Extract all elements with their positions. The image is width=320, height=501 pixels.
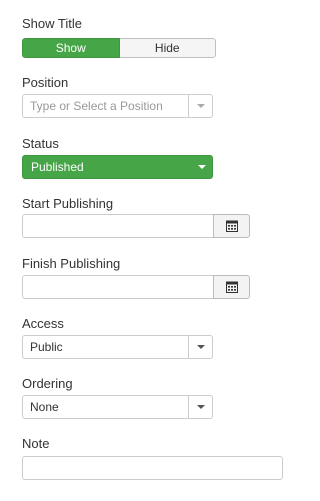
ordering-value: None bbox=[30, 400, 59, 414]
ordering-label: Ordering bbox=[22, 376, 73, 391]
show-option-button[interactable]: Show bbox=[22, 38, 120, 58]
status-select[interactable]: Published bbox=[22, 155, 213, 179]
access-dropdown-toggle[interactable] bbox=[188, 336, 212, 358]
ordering-select[interactable]: None bbox=[22, 395, 213, 419]
start-publishing-calendar-button[interactable] bbox=[213, 214, 250, 238]
hide-option-button[interactable]: Hide bbox=[119, 38, 216, 58]
chevron-down-icon bbox=[196, 405, 205, 409]
calendar-icon bbox=[225, 281, 238, 293]
chevron-down-icon bbox=[198, 165, 206, 169]
finish-publishing-calendar-button[interactable] bbox=[213, 275, 250, 299]
position-label: Position bbox=[22, 75, 69, 90]
start-publishing-label: Start Publishing bbox=[22, 196, 114, 211]
position-select[interactable]: Type or Select a Position bbox=[22, 94, 213, 118]
access-select[interactable]: Public bbox=[22, 335, 213, 359]
finish-publishing-input[interactable] bbox=[22, 275, 213, 299]
start-publishing-group bbox=[22, 214, 250, 238]
status-dropdown-toggle[interactable] bbox=[192, 165, 212, 169]
position-placeholder: Type or Select a Position bbox=[30, 99, 163, 113]
ordering-dropdown-toggle[interactable] bbox=[188, 396, 212, 418]
note-label: Note bbox=[22, 436, 50, 451]
show-title-toggle: Show Hide bbox=[22, 38, 216, 58]
note-input[interactable] bbox=[22, 456, 283, 480]
status-value: Published bbox=[31, 160, 84, 174]
show-title-label: Show Title bbox=[22, 16, 82, 31]
position-dropdown-toggle[interactable] bbox=[188, 95, 212, 117]
finish-publishing-group bbox=[22, 275, 250, 299]
access-value: Public bbox=[30, 340, 63, 354]
start-publishing-input[interactable] bbox=[22, 214, 213, 238]
status-label: Status bbox=[22, 136, 59, 151]
access-label: Access bbox=[22, 316, 64, 331]
chevron-down-icon bbox=[196, 345, 205, 349]
calendar-icon bbox=[225, 220, 238, 232]
finish-publishing-label: Finish Publishing bbox=[22, 256, 121, 271]
chevron-down-icon bbox=[196, 104, 205, 108]
